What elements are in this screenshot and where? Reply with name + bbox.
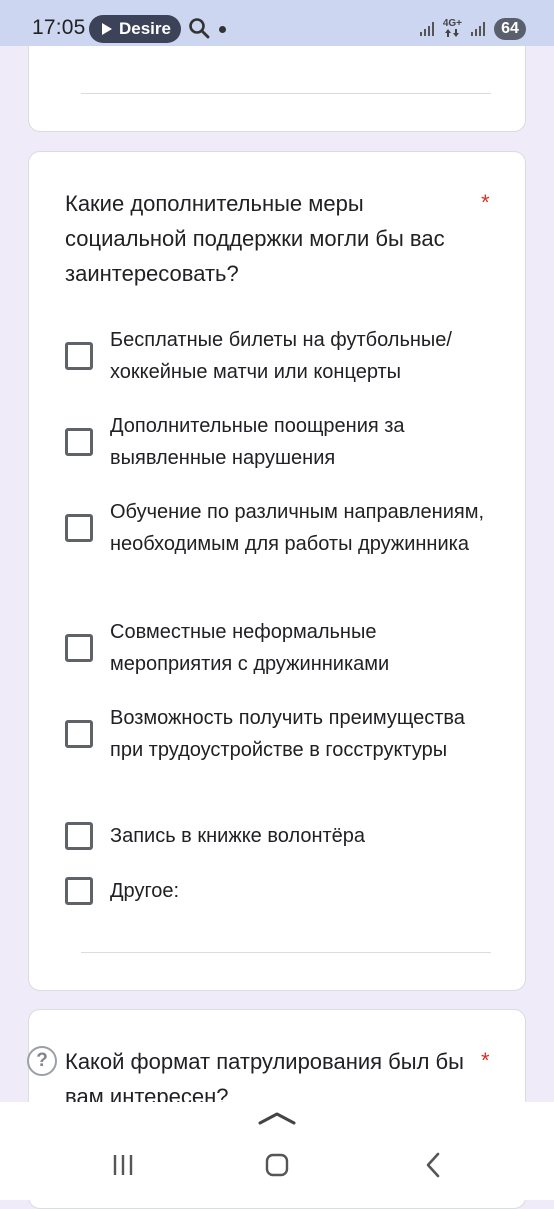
- checkbox[interactable]: [65, 877, 93, 905]
- option-employment-advantages[interactable]: Возможность получить преимущества при тр…: [65, 702, 495, 766]
- option-label: Запись в книжке волонтёра: [110, 825, 366, 847]
- signal-icon: [419, 22, 434, 36]
- option-extra-rewards[interactable]: Дополнительные поощрения за выявленные н…: [65, 410, 495, 474]
- required-asterisk: *: [481, 1048, 490, 1073]
- question-card: Какие дополнительные меры социальной под…: [28, 151, 526, 991]
- play-icon: [102, 23, 112, 35]
- help-icon[interactable]: ?: [27, 1046, 57, 1076]
- back-button[interactable]: [418, 1152, 448, 1178]
- network-type-label: 4G+: [443, 18, 462, 40]
- required-asterisk: *: [481, 190, 490, 215]
- checkbox[interactable]: [65, 342, 93, 370]
- other-text-field[interactable]: [81, 952, 491, 953]
- option-informal-events[interactable]: Совместные неформальные мероприятия с др…: [65, 616, 495, 680]
- home-button[interactable]: [262, 1152, 292, 1178]
- option-label: Другое:: [110, 880, 180, 902]
- checkbox[interactable]: [65, 428, 93, 456]
- data-arrows-icon: [445, 28, 460, 37]
- option-label: Обучение по различным направлениям, необ…: [110, 501, 485, 555]
- option-other[interactable]: Другое:: [65, 875, 495, 907]
- status-time: 17:05: [32, 16, 86, 39]
- battery-indicator: 64: [494, 18, 526, 40]
- option-label: Возможность получить преимущества при тр…: [110, 707, 465, 761]
- search-icon: [189, 18, 210, 39]
- question-title: Какие дополнительные меры социальной под…: [65, 191, 445, 286]
- back-icon: [426, 1152, 440, 1178]
- option-training[interactable]: Обучение по различным направлениям, необ…: [65, 496, 495, 560]
- chevron-up-icon[interactable]: [257, 1110, 297, 1126]
- option-free-tickets[interactable]: Бесплатные билеты на футбольные/ хоккейн…: [65, 324, 495, 388]
- recents-button[interactable]: [108, 1152, 138, 1178]
- recents-icon: [113, 1155, 133, 1175]
- option-label: Дополнительные поощрения за выявленные н…: [110, 415, 405, 469]
- media-playing-chip[interactable]: Desire: [89, 15, 181, 43]
- signal-icon-2: [471, 22, 485, 36]
- checkbox[interactable]: [65, 822, 93, 850]
- divider: [81, 93, 491, 94]
- status-bar: 17:05 Desire 4G+ 64: [0, 0, 554, 46]
- notification-dot-icon: [219, 26, 226, 33]
- media-label: Desire: [119, 19, 171, 38]
- option-label: Совместные неформальные мероприятия с др…: [110, 621, 390, 675]
- checkbox[interactable]: [65, 514, 93, 542]
- checkbox[interactable]: [65, 634, 93, 662]
- option-label: Бесплатные билеты на футбольные/ хоккейн…: [110, 329, 452, 383]
- option-volunteer-book[interactable]: Запись в книжке волонтёра: [65, 820, 495, 852]
- home-icon: [265, 1153, 289, 1177]
- checkbox[interactable]: [65, 720, 93, 748]
- navigation-bar: [0, 1102, 554, 1200]
